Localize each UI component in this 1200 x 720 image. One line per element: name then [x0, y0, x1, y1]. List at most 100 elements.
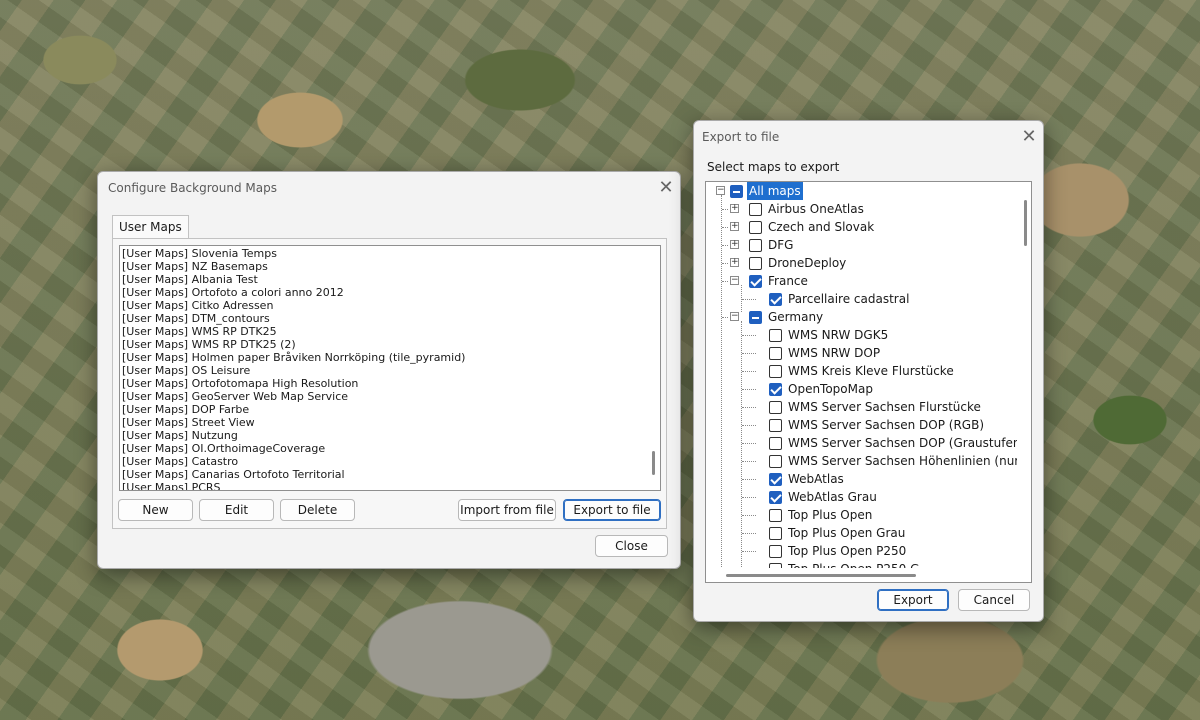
checkbox[interactable]	[749, 257, 762, 270]
tree-guide-line	[722, 263, 728, 264]
tree-node[interactable]: WMS NRW DGK5	[706, 326, 1018, 344]
checkbox[interactable]	[749, 275, 762, 288]
checkbox[interactable]	[769, 545, 782, 558]
checkbox[interactable]	[769, 473, 782, 486]
close-icon[interactable]: ✕	[1017, 125, 1041, 149]
tree-node[interactable]: WMS NRW DOP	[706, 344, 1018, 362]
list-item[interactable]: [User Maps] Catastro	[120, 455, 465, 468]
tree-node[interactable]: WebAtlas	[706, 470, 1018, 488]
edit-button[interactable]: Edit	[199, 499, 274, 521]
list-item[interactable]: [User Maps] Holmen paper Bråviken Norrkö…	[120, 351, 465, 364]
collapse-icon[interactable]: −	[730, 276, 739, 285]
list-item[interactable]: [User Maps] NZ Basemaps	[120, 260, 465, 273]
close-icon[interactable]: ✕	[654, 176, 678, 200]
tree-node-label: DFG	[768, 238, 794, 252]
expand-icon[interactable]: +	[730, 222, 739, 231]
tree-guide-line	[742, 443, 756, 444]
checkbox[interactable]	[749, 203, 762, 216]
checkbox[interactable]	[769, 455, 782, 468]
tree-guide-line	[742, 461, 756, 462]
list-item[interactable]: [User Maps] DOP Farbe	[120, 403, 465, 416]
export-button[interactable]: Export	[877, 589, 949, 611]
tree-node[interactable]: Parcellaire cadastral	[706, 290, 1018, 308]
tree-node[interactable]: WMS Server Sachsen DOP (RGB)	[706, 416, 1018, 434]
tree-node[interactable]: + DFG	[706, 236, 1018, 254]
checkbox[interactable]	[769, 329, 782, 342]
tree-node-label: Germany	[768, 310, 824, 324]
tree-node[interactable]: Top Plus Open P250	[706, 542, 1018, 560]
checkbox[interactable]	[769, 347, 782, 360]
checkbox[interactable]	[769, 419, 782, 432]
list-item[interactable]: [User Maps] Slovenia Temps	[120, 247, 465, 260]
checkbox[interactable]	[769, 491, 782, 504]
tree-node[interactable]: Top Plus Open Grau	[706, 524, 1018, 542]
cancel-button[interactable]: Cancel	[958, 589, 1030, 611]
list-scrollbar[interactable]	[647, 247, 659, 489]
list-item[interactable]: [User Maps] Canarias Ortofoto Territoria…	[120, 468, 465, 481]
tree-guide-line	[742, 299, 756, 300]
tree-node[interactable]: Top Plus Open	[706, 506, 1018, 524]
list-item[interactable]: [User Maps] Albania Test	[120, 273, 465, 286]
tree-node[interactable]: OpenTopoMap	[706, 380, 1018, 398]
tree-node[interactable]: WebAtlas Grau	[706, 488, 1018, 506]
user-maps-list[interactable]: [User Maps] Slovenia Temps [User Maps] NZ…	[119, 245, 661, 491]
checkbox[interactable]	[749, 239, 762, 252]
tree-node[interactable]: + Czech and Slovak	[706, 218, 1018, 236]
delete-button[interactable]: Delete	[280, 499, 355, 521]
tree-node[interactable]: WMS Server Sachsen DOP (Graustufen)	[706, 434, 1025, 452]
tree-vertical-scrollbar[interactable]	[1017, 182, 1031, 566]
list-item[interactable]: [User Maps] Ortofotomapa High Resolution	[120, 377, 465, 390]
list-item[interactable]: [User Maps] WMS RP DTK25	[120, 325, 465, 338]
tree-guide-line	[722, 317, 728, 318]
checkbox[interactable]	[769, 509, 782, 522]
list-item[interactable]: [User Maps] DTM_contours	[120, 312, 465, 325]
tree-node[interactable]: + DroneDeploy	[706, 254, 1018, 272]
select-maps-label: Select maps to export	[707, 160, 840, 174]
expand-icon[interactable]: +	[730, 258, 739, 267]
checkbox[interactable]	[769, 383, 782, 396]
tab-user-maps[interactable]: User Maps	[112, 215, 189, 239]
checkbox[interactable]	[769, 365, 782, 378]
expand-icon[interactable]: +	[730, 240, 739, 249]
tree-node[interactable]: − France	[706, 272, 1018, 290]
tree-node[interactable]: − Germany	[706, 308, 1018, 326]
tree-node[interactable]: − All maps	[706, 182, 1018, 200]
tab-panel: [User Maps] Slovenia Temps [User Maps] NZ…	[112, 238, 667, 529]
checkbox[interactable]	[769, 437, 782, 450]
close-button[interactable]: Close	[595, 535, 668, 557]
export-to-file-button[interactable]: Export to file	[563, 499, 661, 521]
collapse-icon[interactable]: −	[716, 186, 725, 195]
collapse-icon[interactable]: −	[730, 312, 739, 321]
list-item[interactable]: [User Maps] Citko Adressen	[120, 299, 465, 312]
list-item[interactable]: [User Maps] Ortofoto a colori anno 2012	[120, 286, 465, 299]
list-item[interactable]: [User Maps] Nutzung	[120, 429, 465, 442]
list-item[interactable]: [User Maps] PCRS	[120, 481, 465, 490]
tree-node-label: Czech and Slovak	[768, 220, 875, 234]
export-to-file-dialog: Export to file ✕ Select maps to export −…	[693, 120, 1044, 622]
scrollbar-thumb[interactable]	[652, 451, 655, 475]
checkbox[interactable]	[769, 527, 782, 540]
import-from-file-button[interactable]: Import from file	[458, 499, 556, 521]
list-item[interactable]: [User Maps] OI.OrthoimageCoverage	[120, 442, 465, 455]
tree-node[interactable]: WMS Server Sachsen Höhenlinien (nur in g…	[706, 452, 1031, 470]
tree-node-label: Top Plus Open Grau	[788, 526, 906, 540]
checkbox[interactable]	[730, 185, 743, 198]
tree-node[interactable]: + Airbus OneAtlas	[706, 200, 1018, 218]
list-item[interactable]: [User Maps] GeoServer Web Map Service	[120, 390, 465, 403]
scrollbar-thumb[interactable]	[1024, 200, 1027, 246]
new-button[interactable]: New	[118, 499, 193, 521]
scrollbar-thumb[interactable]	[726, 574, 916, 577]
tree-node[interactable]: WMS Kreis Kleve Flurstücke	[706, 362, 1018, 380]
checkbox[interactable]	[749, 221, 762, 234]
tree-horizontal-scrollbar[interactable]	[706, 568, 1019, 582]
list-item[interactable]: [User Maps] Street View	[120, 416, 465, 429]
checkbox[interactable]	[749, 311, 762, 324]
list-item[interactable]: [User Maps] WMS RP DTK25 (2)	[120, 338, 465, 351]
list-item[interactable]: [User Maps] OS Leisure	[120, 364, 465, 377]
maps-tree[interactable]: − All maps + Airbus OneAtlas + Czech and Slov…	[705, 181, 1032, 583]
checkbox[interactable]	[769, 293, 782, 306]
checkbox[interactable]	[769, 401, 782, 414]
tree-node-label: OpenTopoMap	[788, 382, 873, 396]
expand-icon[interactable]: +	[730, 204, 739, 213]
tree-node[interactable]: WMS Server Sachsen Flurstücke	[706, 398, 1018, 416]
